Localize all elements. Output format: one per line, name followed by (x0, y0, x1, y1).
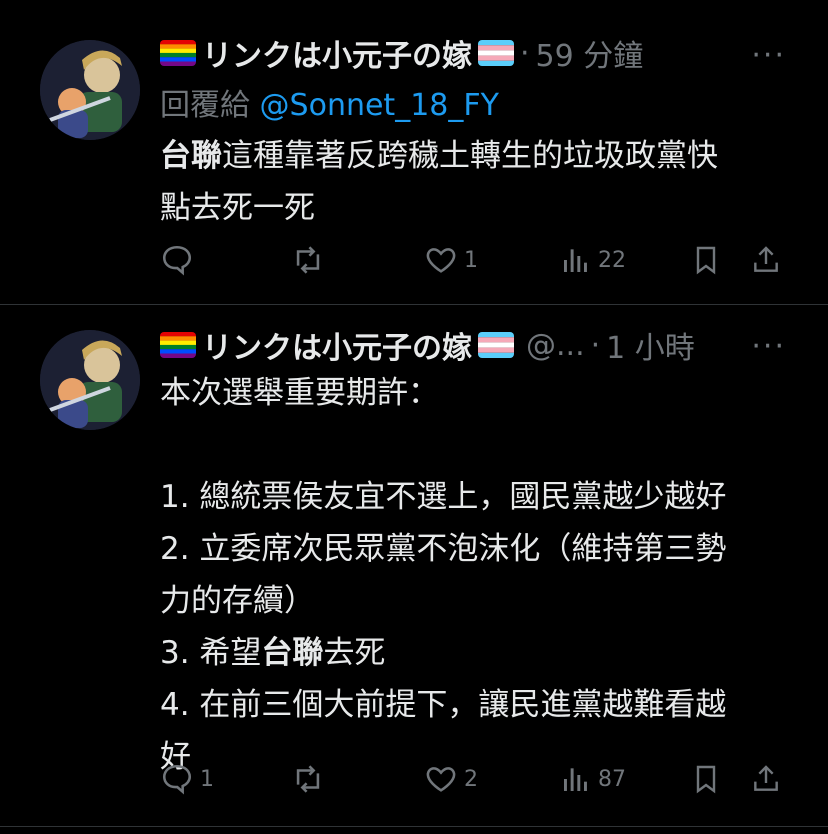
reply-count: 1 (200, 766, 214, 792)
views-button[interactable]: 87 (560, 759, 626, 799)
body-line: 4. 在前三個大前提下，讓民進黨越難看越 (160, 679, 800, 731)
share-icon (754, 246, 778, 272)
bookmark-icon (696, 246, 716, 275)
reply-prefix: 回覆給 (160, 88, 250, 123)
reply-to-line: 回覆給 @Sonnet_18_FY (160, 80, 499, 124)
action-bar: 1 22 (160, 240, 790, 280)
retweet-icon (296, 246, 320, 274)
body-text: 3. 希望 (160, 635, 262, 671)
trans-flag-icon (478, 332, 514, 358)
body-text: 力的存續） (160, 583, 315, 619)
bookmark-icon (696, 765, 716, 794)
body-line (160, 419, 800, 471)
tweet-body: 本次選舉重要期許： 1. 總統票侯友宜不選上，國民黨越少越好 2. 立委席次民眾… (160, 367, 800, 783)
views-count: 22 (598, 247, 626, 273)
body-line: 點去死一死 (160, 182, 800, 234)
separator-dot: · (590, 327, 601, 363)
body-text: 本次選舉重要期許： (160, 375, 439, 411)
retweet-button[interactable] (290, 759, 332, 799)
like-count: 1 (464, 247, 478, 273)
tweet-header: リンクは小元子の嫁 · 59 分鐘 (160, 31, 644, 75)
views-icon (564, 249, 587, 272)
body-line: 3. 希望台聯去死 (160, 627, 800, 679)
like-count: 2 (464, 766, 478, 792)
body-text: 2. 立委席次民眾黨不泡沫化（維持第三勢 (160, 531, 727, 567)
bookmark-button[interactable] (690, 759, 722, 799)
retweet-button[interactable] (290, 240, 332, 280)
rainbow-flag-icon (160, 40, 196, 66)
body-text: 4. 在前三個大前提下，讓民進黨越難看越 (160, 687, 727, 723)
body-line: 台聯這種靠著反跨穢土轉生的垃圾政黨快 (160, 130, 800, 182)
user-handle[interactable]: @... (526, 328, 585, 363)
views-icon (564, 768, 587, 791)
reply-button[interactable] (160, 240, 200, 280)
avatar[interactable] (40, 40, 140, 140)
reply-icon (162, 245, 192, 276)
body-text: 點去死一死 (160, 190, 315, 226)
display-name-text: リンクは小元子の嫁 (202, 39, 472, 74)
timestamp[interactable]: 1 小時 (606, 323, 695, 367)
tweet-1[interactable]: リンクは小元子の嫁 · 59 分鐘 ··· 回覆給 @Sonnet_18_FY … (0, 0, 828, 305)
display-name[interactable]: リンクは小元子の嫁 (160, 31, 514, 75)
share-button[interactable] (750, 759, 782, 799)
reply-mention-link[interactable]: @Sonnet_18_FY (260, 88, 499, 123)
body-line: 2. 立委席次民眾黨不泡沫化（維持第三勢 (160, 523, 800, 575)
display-name-text: リンクは小元子の嫁 (202, 331, 472, 366)
body-text: 去死 (323, 635, 386, 671)
more-options-button[interactable]: ··· (751, 329, 786, 364)
tweet-body: 台聯這種靠著反跨穢土轉生的垃圾政黨快 點去死一死 (160, 130, 800, 234)
body-line: 1. 總統票侯友宜不選上，國民黨越少越好 (160, 471, 800, 523)
like-button[interactable]: 2 (424, 759, 478, 799)
bookmark-button[interactable] (690, 240, 722, 280)
display-name[interactable]: リンクは小元子の嫁 (160, 323, 514, 367)
body-text: 這種靠著反跨穢土轉生的垃圾政黨快 (222, 138, 718, 174)
views-button[interactable]: 22 (560, 240, 626, 280)
like-icon (426, 767, 456, 792)
retweet-icon (296, 765, 320, 793)
share-button[interactable] (750, 240, 782, 280)
avatar[interactable] (40, 330, 140, 430)
divider (0, 826, 828, 827)
body-line: 力的存續） (160, 575, 800, 627)
views-count: 87 (598, 766, 626, 792)
tweet-header: リンクは小元子の嫁 @... · 1 小時 (160, 323, 695, 367)
reply-icon (162, 764, 192, 795)
like-icon (426, 248, 456, 273)
like-button[interactable]: 1 (424, 240, 478, 280)
bold-mention: 台聯 (261, 635, 324, 671)
reply-button[interactable]: 1 (160, 759, 214, 799)
rainbow-flag-icon (160, 332, 196, 358)
bold-mention: 台聯 (160, 138, 222, 174)
more-options-button[interactable]: ··· (751, 38, 786, 73)
trans-flag-icon (478, 40, 514, 66)
timestamp[interactable]: 59 分鐘 (536, 31, 644, 75)
share-icon (754, 765, 778, 791)
body-line: 本次選舉重要期許： (160, 367, 800, 419)
action-bar: 1 2 87 (160, 759, 790, 799)
body-text: 1. 總統票侯友宜不選上，國民黨越少越好 (160, 479, 727, 515)
tweet-2[interactable]: リンクは小元子の嫁 @... · 1 小時 ··· 本次選舉重要期許： 1. 總… (0, 305, 828, 834)
separator-dot: · (520, 35, 530, 71)
